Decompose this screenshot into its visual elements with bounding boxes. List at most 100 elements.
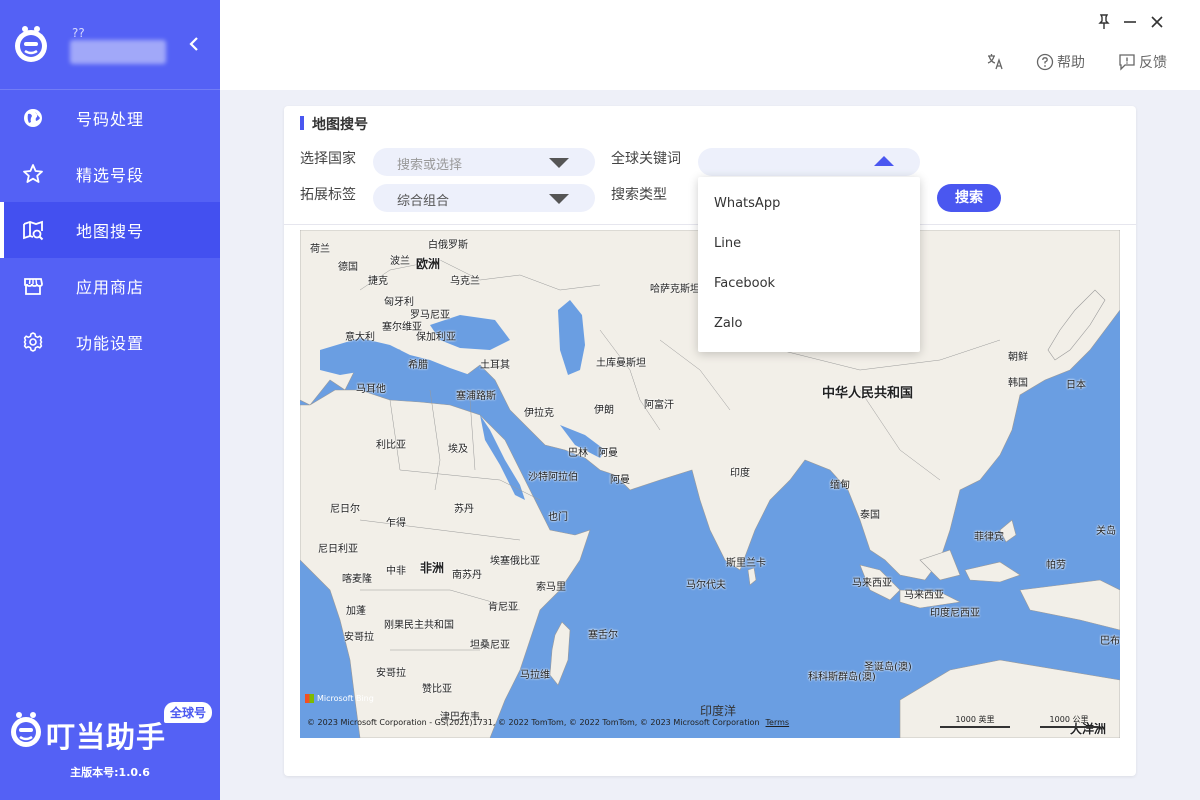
bing-logo: Microsoft Bing xyxy=(305,694,374,703)
map-label: 波兰 xyxy=(390,256,410,267)
map-label: 喀麦隆 xyxy=(342,574,372,585)
map-label: 乌克兰 xyxy=(450,276,480,287)
dropdown-option-facebook[interactable]: Facebook xyxy=(698,264,920,304)
tag-label: 拓展标签 xyxy=(300,187,356,203)
map-label: 印度 xyxy=(730,468,750,479)
map-label: 马尔代夫 xyxy=(686,580,726,591)
map-label: 意大利 xyxy=(345,332,375,343)
map-label: 埃塞俄比亚 xyxy=(490,556,540,567)
map-label: 圣诞岛(澳) xyxy=(864,662,912,673)
gear-icon xyxy=(22,331,44,353)
country-placeholder: 搜索或选择 xyxy=(397,158,463,173)
pin-icon[interactable] xyxy=(1094,12,1114,32)
map-label: 塞浦路斯 xyxy=(456,391,496,402)
translate-button[interactable] xyxy=(986,52,1007,70)
dropdown-option-zalo[interactable]: Zalo xyxy=(698,304,920,344)
map-label: 加蓬 xyxy=(346,606,366,617)
map-label: 肯尼亚 xyxy=(488,602,518,613)
map-label: 德国 xyxy=(338,262,358,273)
map-label: 中非 xyxy=(386,566,406,577)
map-label: 索马里 xyxy=(536,582,566,593)
map-label: 尼日尔 xyxy=(330,504,360,515)
version-text: 主版本号:1.0.6 xyxy=(70,766,150,779)
chevron-left-icon[interactable] xyxy=(186,34,202,54)
map-label: 关岛 xyxy=(1096,526,1116,537)
dropdown-option-whatsapp[interactable]: WhatsApp xyxy=(698,184,920,224)
search-button[interactable]: 搜索 xyxy=(937,184,1001,212)
sidebar-item-label: 地图搜号 xyxy=(76,222,145,241)
keyword-select[interactable] xyxy=(698,148,920,176)
map-label: 阿曼 xyxy=(598,448,618,459)
brand-name: 叮当助手 xyxy=(46,720,167,754)
map-label: 伊拉克 xyxy=(524,408,554,419)
feedback-label: 反馈 xyxy=(1139,55,1167,71)
map-label: 斯里兰卡 xyxy=(726,558,766,569)
map-label: 土库曼斯坦 xyxy=(596,358,646,369)
sidebar-nav: 号码处理 精选号段 地图搜号 应用商店 功能设置 xyxy=(0,90,220,370)
avatar xyxy=(15,26,47,62)
dropdown-option-line[interactable]: Line xyxy=(698,224,920,264)
map-label: 泰国 xyxy=(860,510,880,521)
map-label: 朝鲜 xyxy=(1008,352,1028,363)
map-label: 安哥拉 xyxy=(376,668,406,679)
map-label-sea: 印度洋 xyxy=(700,704,737,718)
map-label: 保加利亚 xyxy=(416,332,456,343)
map-label: 白俄罗斯 xyxy=(428,240,468,251)
user-name-blurred xyxy=(70,40,166,64)
sidebar-item-selected-segments[interactable]: 精选号段 xyxy=(0,146,220,202)
help-button[interactable]: 帮助 xyxy=(1036,52,1085,72)
feedback-icon xyxy=(1119,54,1135,71)
map-label: 巴林 xyxy=(568,448,588,459)
map-label: 哈萨克斯坦 xyxy=(650,284,700,295)
top-bar: 帮助 反馈 xyxy=(220,0,1200,90)
map-label: 安哥拉 xyxy=(344,632,374,643)
map-label: 坦桑尼亚 xyxy=(470,640,510,651)
map-label: 塞舌尔 xyxy=(588,630,618,641)
tag-value: 综合组合 xyxy=(397,194,450,209)
sidebar-item-number-processing[interactable]: 号码处理 xyxy=(0,90,220,146)
help-label: 帮助 xyxy=(1057,55,1085,71)
chevron-down-icon xyxy=(549,194,569,204)
map-scale-km: 1000 公里 xyxy=(1040,714,1098,728)
store-icon xyxy=(22,275,44,297)
map-label: 马拉维 xyxy=(520,670,550,681)
brand-logo: 叮当助手 全球号 xyxy=(8,700,218,760)
map-scale-miles: 1000 英里 xyxy=(940,714,1010,728)
sidebar: ?? 号码处理 精选号段 地图搜号 应用商店 功能设置 叮当助手 全球号 主版本… xyxy=(0,0,220,800)
sidebar-item-map-search[interactable]: 地图搜号 xyxy=(0,202,220,258)
minimize-icon[interactable] xyxy=(1120,12,1140,32)
map-label: 韩国 xyxy=(1008,378,1028,389)
map-label: 阿曼 xyxy=(610,475,630,486)
sidebar-item-label: 号码处理 xyxy=(76,110,145,129)
star-icon xyxy=(22,163,44,185)
keyword-label: 全球关键词 xyxy=(611,151,681,167)
sidebar-item-label: 应用商店 xyxy=(76,278,145,297)
terms-link[interactable]: Terms xyxy=(766,718,790,727)
brand-badge: 全球号 xyxy=(164,702,213,723)
tag-select[interactable]: 综合组合 xyxy=(373,184,595,212)
sidebar-item-settings[interactable]: 功能设置 xyxy=(0,314,220,370)
map-label: 捷克 xyxy=(368,276,388,287)
map-label: 埃及 xyxy=(448,444,468,455)
country-label: 选择国家 xyxy=(300,151,356,167)
map-copyright: © 2023 Microsoft Corporation - GS(2021)1… xyxy=(307,718,790,727)
close-icon[interactable] xyxy=(1147,12,1167,32)
map-search-icon xyxy=(22,219,44,241)
map-label: 南苏丹 xyxy=(452,570,482,581)
map-label: 尼日利亚 xyxy=(318,544,358,555)
map-label: 希腊 xyxy=(408,360,428,371)
map-label: 马来西亚 xyxy=(852,578,892,589)
country-select[interactable]: 搜索或选择 xyxy=(373,148,595,176)
map-label: 菲律宾 xyxy=(974,532,1004,543)
map-label: 刚果民主共和国 xyxy=(384,620,454,631)
map-label: 非洲 xyxy=(420,561,445,575)
feedback-button[interactable]: 反馈 xyxy=(1118,52,1167,72)
map-label: 土耳其 xyxy=(480,360,510,371)
map-label: 利比亚 xyxy=(376,440,406,451)
sidebar-item-app-store[interactable]: 应用商店 xyxy=(0,258,220,314)
map-label: 苏丹 xyxy=(454,504,474,515)
help-icon xyxy=(1036,53,1054,71)
type-label: 搜索类型 xyxy=(611,187,667,203)
sidebar-header: ?? xyxy=(0,0,220,90)
map-label: 也门 xyxy=(548,512,568,523)
